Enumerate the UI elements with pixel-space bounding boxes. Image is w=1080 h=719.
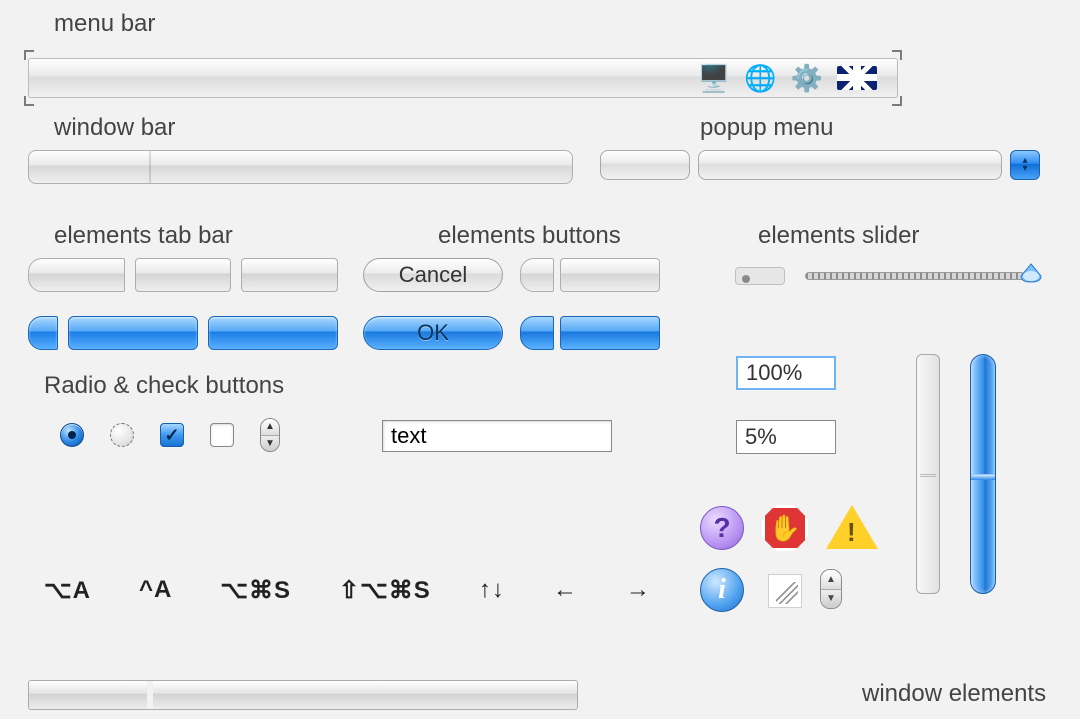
tab-segment[interactable] — [135, 258, 232, 292]
percent-field-high[interactable]: 100% — [736, 356, 836, 390]
keyboard-shortcuts-row: ⌥A ^A ⌥⌘S ⇧⌥⌘S ↑↓ ← → — [44, 576, 651, 605]
stop-icon[interactable]: ✋ — [762, 505, 808, 551]
percent-field-low[interactable]: 5% — [736, 420, 836, 454]
radio-off[interactable] — [110, 423, 134, 447]
popup-cap[interactable] — [600, 150, 690, 180]
label-elements-slider: elements slider — [758, 222, 919, 250]
button-segment-cap[interactable] — [520, 258, 554, 292]
flag-uk-icon[interactable] — [837, 66, 877, 90]
checkbox-off[interactable] — [210, 423, 234, 447]
help-icon[interactable]: ? — [700, 506, 744, 550]
button-segment-cap-active[interactable] — [520, 316, 554, 350]
warning-icon[interactable] — [826, 505, 878, 549]
label-window-elements: window elements — [862, 680, 1046, 708]
button-segment[interactable] — [560, 258, 660, 292]
ok-button[interactable]: OK — [363, 316, 503, 350]
monitor-icon[interactable]: 🖥️ — [698, 63, 730, 94]
stepper-down-icon[interactable]: ▼ — [261, 435, 279, 452]
label-elements-buttons: elements buttons — [438, 222, 621, 250]
shortcut: ⌥⌘S — [220, 576, 291, 605]
stepper[interactable]: ▲ ▼ — [260, 418, 280, 452]
gears-icon[interactable]: ⚙️ — [791, 63, 823, 94]
shortcut: ^A — [139, 576, 172, 605]
stepper-down-icon[interactable]: ▼ — [821, 589, 841, 609]
chevron-down-icon: ▾ — [1022, 165, 1027, 173]
menu-bar-strip[interactable]: 🖥️ 🌐 ⚙️ — [28, 58, 898, 98]
button-segment-active[interactable] — [560, 316, 660, 350]
stepper-up-icon[interactable]: ▲ — [821, 570, 841, 589]
label-radio-check: Radio & check buttons — [44, 372, 284, 400]
shortcut: ⇧⌥⌘S — [339, 576, 431, 605]
tab-segment[interactable] — [241, 258, 338, 292]
tab-cap-active[interactable] — [28, 316, 58, 350]
popup-stepper[interactable]: ▴ ▾ — [1010, 150, 1040, 180]
horizontal-slider[interactable] — [735, 272, 1035, 282]
text-field[interactable] — [382, 420, 612, 452]
slider-min-cap — [735, 267, 785, 285]
label-menu-bar: menu bar — [54, 10, 155, 38]
shortcut: → — [626, 576, 651, 605]
tab-bar-active — [28, 316, 338, 350]
tab-bar-inactive — [28, 258, 338, 292]
stepper-up-icon[interactable]: ▲ — [261, 419, 279, 435]
popup-menu[interactable]: ▴ ▾ — [600, 150, 1040, 180]
tab-segment-active[interactable] — [68, 316, 198, 350]
menu-bar: 🖥️ 🌐 ⚙️ — [28, 58, 898, 98]
tab-segment-active[interactable] — [208, 316, 338, 350]
radio-on[interactable] — [60, 423, 84, 447]
shortcut: ← — [553, 576, 578, 605]
slider-thumb-icon[interactable] — [1019, 262, 1043, 284]
shortcut: ↑↓ — [479, 576, 505, 605]
label-window-bar: window bar — [54, 114, 175, 142]
globe-icon[interactable]: 🌐 — [744, 63, 776, 94]
vertical-scrollbar-thumb[interactable] — [970, 354, 996, 594]
label-elements-tab-bar: elements tab bar — [54, 222, 233, 250]
slider-rail[interactable] — [805, 272, 1025, 280]
tab-cap[interactable] — [28, 258, 125, 292]
shortcut: ⌥A — [44, 576, 91, 605]
vertical-scrollbar-track[interactable] — [916, 354, 940, 594]
checkbox-on[interactable]: ✓ — [160, 423, 184, 447]
resize-grip-icon[interactable] — [768, 574, 802, 608]
window-elements-bar[interactable] — [28, 680, 578, 710]
label-popup-menu: popup menu — [700, 114, 833, 142]
cancel-button[interactable]: Cancel — [363, 258, 503, 292]
window-title-bar[interactable] — [28, 150, 573, 184]
info-icon[interactable]: i — [700, 568, 744, 612]
popup-body[interactable] — [698, 150, 1002, 180]
scroll-stepper[interactable]: ▲ ▼ — [820, 569, 842, 609]
